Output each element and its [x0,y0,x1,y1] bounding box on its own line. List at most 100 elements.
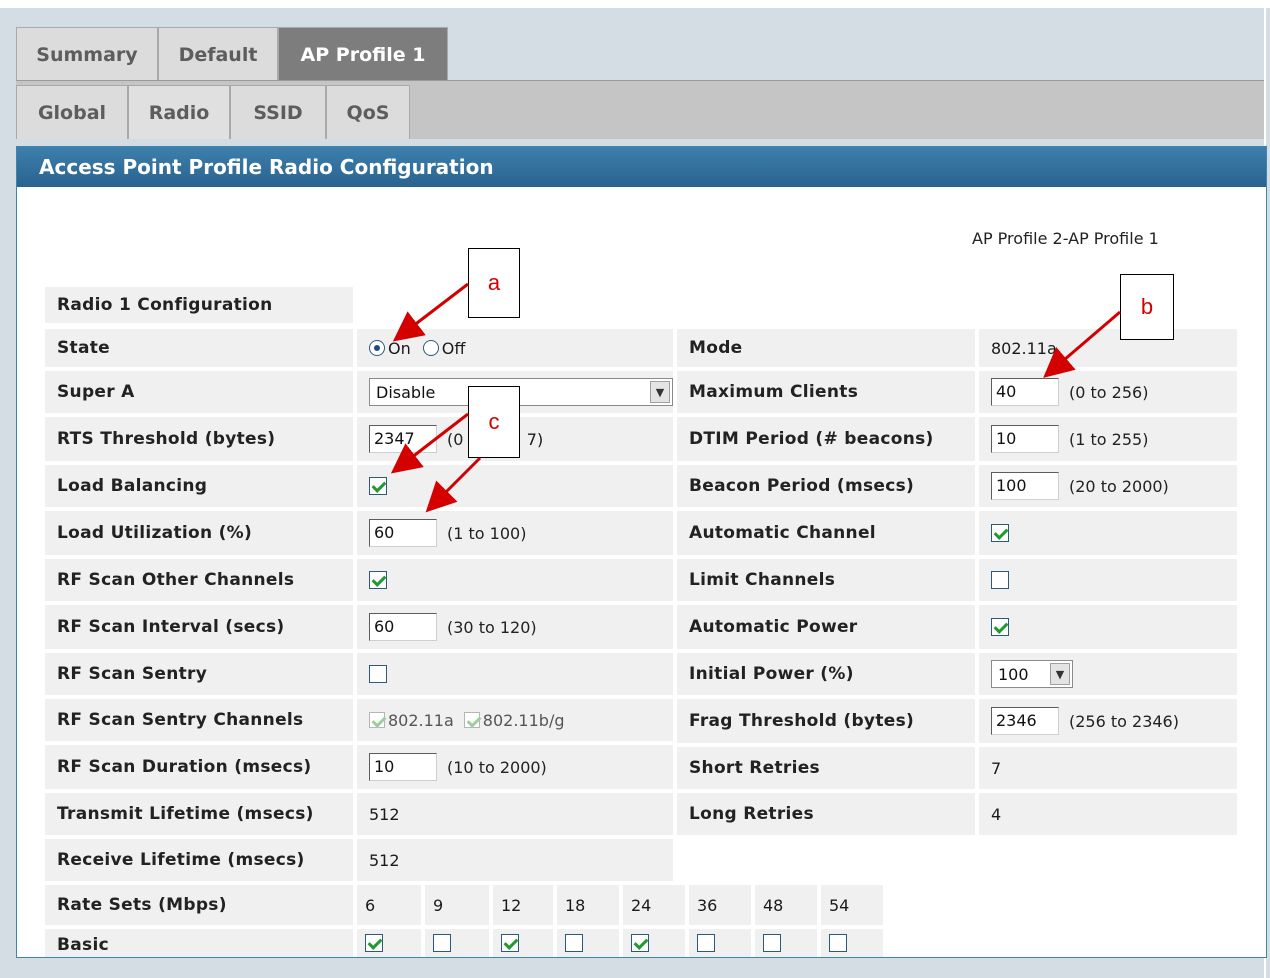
rf-scan-interval-hint: (30 to 120) [447,617,537,637]
rts-label: RTS Threshold (bytes) [45,417,353,461]
mode-value: 802.11a [979,329,1237,367]
tab-ap-profile-1[interactable]: AP Profile 1 [278,27,448,81]
state-off-radio[interactable] [422,340,439,356]
rf-scan-other-label: RF Scan Other Channels [45,559,353,601]
tab-radio[interactable]: Radio [128,85,230,139]
state-label: State [45,329,353,367]
receive-lifetime-label: Receive Lifetime (msecs) [45,839,353,881]
max-clients-label: Maximum Clients [677,371,975,413]
basic-54-cell [821,929,883,957]
top-edge [0,0,1270,8]
callout-a: a [468,248,520,318]
rf-scan-duration-input[interactable]: 10 [369,753,437,781]
tab-default[interactable]: Default [158,27,278,81]
beacon-input[interactable]: 100 [991,472,1059,500]
rate-18: 18 [557,885,619,925]
short-retries-label: Short Retries [677,747,975,789]
limit-channels-field [979,559,1237,601]
rf-scan-other-checkbox[interactable] [369,571,387,589]
panel-body: AP Profile 2-AP Profile 1 Radio 1 Config… [17,187,1266,957]
frag-input[interactable]: 2346 [991,707,1059,735]
callout-c: c [468,386,520,458]
rts-hint-tail: 7) [526,429,544,449]
load-utilization-hint: (1 to 100) [447,523,527,543]
tab-qos[interactable]: QoS [326,85,410,139]
basic-24-cell [623,929,685,957]
max-clients-hint: (0 to 256) [1069,382,1149,402]
transmit-lifetime-label: Transmit Lifetime (msecs) [45,793,353,835]
rf-scan-sentry-channels-field: 802.11a 802.11b/g [357,699,673,741]
basic-9-cell [425,929,489,957]
super-a-label: Super A [45,371,353,413]
basic-54-checkbox[interactable] [829,934,847,952]
state-on-label: On [388,338,411,358]
basic-48-checkbox[interactable] [763,934,781,952]
load-balancing-label: Load Balancing [45,465,353,507]
transmit-lifetime-value: 512 [357,793,673,835]
rate-24: 24 [623,885,685,925]
basic-36-checkbox[interactable] [697,934,715,952]
sentry-80211a-checkbox[interactable] [369,712,385,728]
basic-9-checkbox[interactable] [433,934,451,952]
tab-ssid[interactable]: SSID [230,85,326,139]
chevron-down-icon[interactable]: ▼ [1050,663,1070,685]
super-a-select[interactable]: Disable ▼ [369,378,673,406]
sentry-80211bg-checkbox[interactable] [463,712,480,728]
rf-scan-duration-field: 10 (10 to 2000) [357,745,673,789]
load-balancing-checkbox[interactable] [369,477,387,495]
dtim-label: DTIM Period (# beacons) [677,417,975,461]
radio-config-panel: Access Point Profile Radio Configuration… [16,146,1267,958]
basic-48-cell [755,929,817,957]
initial-power-select[interactable]: 100 ▼ [991,660,1073,688]
auto-power-field [979,605,1237,649]
profile-path: AP Profile 2-AP Profile 1 [972,229,1159,248]
auto-channel-checkbox[interactable] [991,524,1009,542]
rate-sets-label: Rate Sets (Mbps) [45,885,353,925]
rf-scan-duration-label: RF Scan Duration (msecs) [45,745,353,789]
max-clients-input[interactable]: 40 [991,378,1059,406]
basic-18-checkbox[interactable] [565,934,583,952]
limit-channels-label: Limit Channels [677,559,975,601]
long-retries-label: Long Retries [677,793,975,835]
basic-12-cell [493,929,553,957]
sentry-80211a-label: 802.11a [388,710,454,730]
beacon-hint: (20 to 2000) [1069,476,1169,496]
auto-power-checkbox[interactable] [991,618,1009,636]
receive-lifetime-value: 512 [357,839,673,881]
rate-36: 36 [689,885,751,925]
max-clients-field: 40 (0 to 256) [979,371,1237,413]
rf-scan-interval-label: RF Scan Interval (secs) [45,605,353,649]
rf-scan-sentry-checkbox[interactable] [369,665,387,683]
frag-hint: (256 to 2346) [1069,711,1179,731]
rf-scan-interval-input[interactable]: 60 [369,613,437,641]
rf-scan-sentry-label: RF Scan Sentry [45,653,353,695]
auto-power-label: Automatic Power [677,605,975,649]
basic-6-checkbox[interactable] [365,934,383,952]
dtim-input[interactable]: 10 [991,425,1059,453]
rts-input[interactable]: 2347 [369,425,437,453]
load-utilization-input[interactable]: 60 [369,519,437,547]
long-retries-value: 4 [979,793,1237,835]
rate-9: 9 [425,885,489,925]
initial-power-value: 100 [998,664,1029,684]
basic-36-cell [689,929,751,957]
rf-scan-sentry-channels-label: RF Scan Sentry Channels [45,699,353,741]
rate-48: 48 [755,885,817,925]
limit-channels-checkbox[interactable] [991,571,1009,589]
basic-24-checkbox[interactable] [631,934,649,952]
initial-power-field: 100 ▼ [979,653,1237,695]
panel-title: Access Point Profile Radio Configuration [17,147,1266,187]
top-tab-bar: Summary Default AP Profile 1 [16,27,1264,81]
tab-global[interactable]: Global [16,85,128,139]
auto-channel-field [979,511,1237,555]
dtim-field: 10 (1 to 255) [979,417,1237,461]
sentry-80211bg-label: 802.11b/g [482,710,565,730]
rate-6: 6 [357,885,421,925]
rate-12: 12 [493,885,553,925]
basic-12-checkbox[interactable] [501,934,519,952]
state-on-radio[interactable] [369,340,385,356]
callout-b: b [1120,274,1174,340]
chevron-down-icon[interactable]: ▼ [650,381,670,403]
tab-summary[interactable]: Summary [16,27,158,81]
state-off-label: Off [441,338,466,358]
